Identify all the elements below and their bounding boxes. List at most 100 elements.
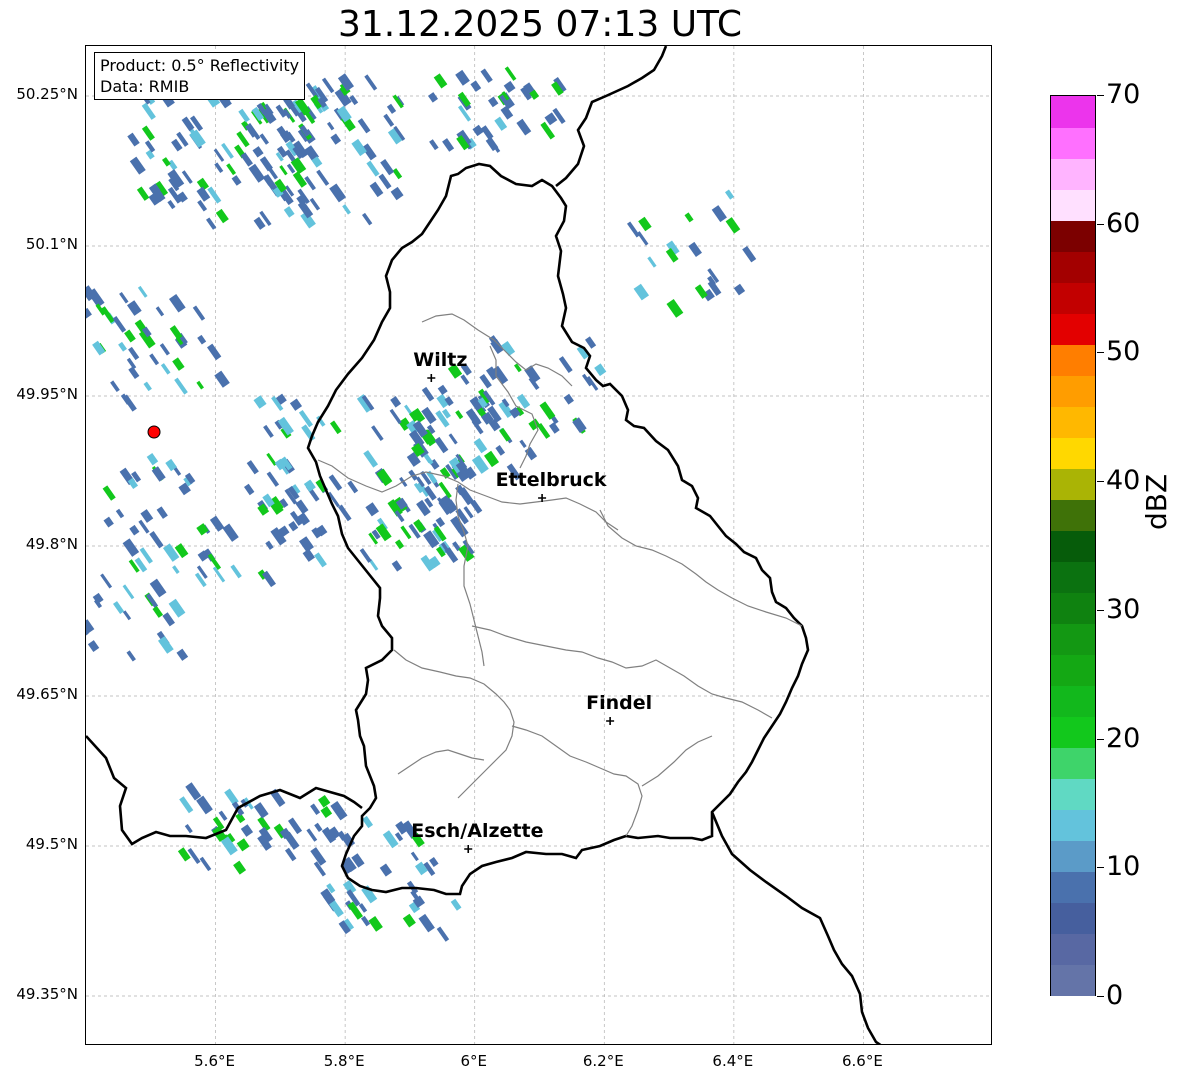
radar-echo-cell bbox=[392, 168, 403, 180]
radar-echo-cell bbox=[386, 103, 397, 114]
radar-echo-cell bbox=[102, 485, 116, 501]
city-marker bbox=[427, 374, 436, 382]
radar-echo-cell bbox=[118, 341, 127, 352]
radar-echo-cell bbox=[314, 822, 323, 833]
radar-echo-cell bbox=[199, 856, 212, 872]
radar-echo-cell bbox=[253, 802, 269, 819]
colorbar-segment bbox=[1051, 654, 1095, 686]
radar-echo-cell bbox=[205, 217, 217, 230]
map-panel[interactable] bbox=[85, 45, 992, 1045]
radar-echo-cell bbox=[167, 200, 176, 210]
radar-echo-cell bbox=[149, 353, 160, 366]
colorbar-segment bbox=[1051, 127, 1095, 159]
radar-echo-cell bbox=[359, 548, 372, 563]
radar-echo-cell bbox=[499, 427, 511, 442]
radar-echo-cell bbox=[516, 118, 532, 136]
colorbar-tick-label: 60 bbox=[1106, 207, 1141, 239]
radar-echo-cell bbox=[455, 410, 464, 420]
colorbar-tick-label: 30 bbox=[1106, 593, 1141, 625]
radar-echo-cell bbox=[382, 830, 399, 849]
radar-echo-cell bbox=[725, 217, 741, 234]
colorbar-segment bbox=[1051, 964, 1095, 996]
radar-echo-cell bbox=[246, 460, 259, 475]
radar-echo-cell bbox=[418, 913, 435, 933]
radar-echo-cell bbox=[238, 108, 250, 123]
colorbar-segment bbox=[1051, 592, 1095, 624]
radar-echo-cell bbox=[122, 394, 137, 412]
radar-echo-cell bbox=[314, 552, 327, 568]
radar-echo-cell bbox=[395, 539, 405, 550]
city-label: Findel bbox=[586, 692, 653, 714]
radar-site-marker[interactable] bbox=[147, 425, 161, 439]
radar-echo-cell bbox=[127, 300, 142, 316]
moselle-border bbox=[710, 811, 882, 1044]
radar-echo-cell bbox=[480, 125, 494, 140]
radar-echo-cell bbox=[558, 356, 573, 373]
radar-echo-cell bbox=[627, 221, 640, 238]
radar-echo-cell bbox=[127, 132, 140, 147]
radar-echo-cell bbox=[309, 197, 321, 211]
radar-echo-cell bbox=[444, 547, 459, 564]
radar-echo-cell bbox=[330, 420, 342, 435]
radar-echo-cell bbox=[156, 506, 168, 519]
radar-echo-cell bbox=[141, 125, 155, 141]
lat-tick-label: 49.95°N bbox=[16, 385, 78, 403]
radar-echo-cell bbox=[167, 169, 185, 189]
data-source-label: Data: RMIB bbox=[100, 77, 190, 96]
city-label: Esch/Alzette bbox=[411, 820, 544, 842]
radar-echoes bbox=[86, 66, 757, 942]
radar-echo-cell bbox=[160, 363, 171, 375]
city-label: Ettelbruck bbox=[495, 469, 607, 491]
radar-echo-cell bbox=[119, 292, 129, 304]
radar-echo-cell bbox=[438, 481, 452, 499]
radar-echo-cell bbox=[149, 578, 167, 598]
radar-echo-cell bbox=[342, 204, 351, 215]
radar-echo-cell bbox=[139, 547, 153, 564]
radar-echo-cell bbox=[383, 113, 395, 127]
radar-echo-cell bbox=[302, 548, 315, 562]
map-title: 31.12.2025 07:13 UTC bbox=[337, 4, 743, 45]
radar-echo-cell bbox=[310, 803, 321, 816]
colorbar-segment bbox=[1051, 375, 1095, 407]
radar-echo-cell bbox=[185, 782, 202, 801]
colorbar-tick-label: 40 bbox=[1106, 465, 1141, 497]
radar-echo-cell bbox=[358, 903, 368, 913]
radar-echo-cell bbox=[316, 169, 330, 186]
radar-echo-cell bbox=[192, 305, 206, 321]
colorbar-segment bbox=[1051, 96, 1095, 128]
radar-echo-cell bbox=[429, 139, 439, 151]
radar-echo-cell bbox=[283, 206, 295, 218]
radar-echo-cell bbox=[455, 69, 470, 86]
radar-echo-cell bbox=[181, 170, 193, 184]
radar-echo-cell bbox=[126, 650, 136, 662]
radar-echo-cell bbox=[288, 817, 303, 835]
radar-echo-cell bbox=[371, 425, 384, 441]
radar-echo-cell bbox=[450, 898, 462, 911]
colorbar-segment bbox=[1051, 561, 1095, 593]
radar-echo-cell bbox=[514, 363, 522, 373]
colorbar-segment bbox=[1051, 344, 1095, 376]
radar-echo-cell bbox=[222, 523, 239, 542]
radar-echo-cell bbox=[303, 479, 316, 492]
lon-tick-label: 6.6°E bbox=[842, 1052, 883, 1070]
colorbar-tick-label: 70 bbox=[1106, 79, 1141, 110]
city-label: Wiltz bbox=[413, 349, 468, 371]
radar-echo-cell bbox=[295, 499, 309, 515]
radar-echo-cell bbox=[402, 913, 416, 928]
radar-echo-cell bbox=[214, 370, 230, 388]
radar-echo-cell bbox=[733, 283, 746, 296]
radar-echo-cell bbox=[197, 334, 207, 345]
radar-echo-cell bbox=[221, 142, 234, 159]
radar-echo-cell bbox=[162, 612, 175, 627]
radar-echo-cell bbox=[113, 601, 125, 615]
radar-echo-cell bbox=[504, 66, 517, 81]
radar-echo-cell bbox=[124, 329, 136, 343]
radar-echo-cell bbox=[159, 343, 170, 356]
radar-echo-cell bbox=[143, 381, 152, 392]
radar-map[interactable] bbox=[86, 46, 992, 1045]
colorbar-segment bbox=[1051, 158, 1095, 190]
radar-echo-cell bbox=[362, 815, 374, 829]
radar-echo-cell bbox=[87, 640, 100, 652]
radar-echo-cell bbox=[226, 163, 237, 176]
canton-boundaries bbox=[317, 313, 803, 837]
